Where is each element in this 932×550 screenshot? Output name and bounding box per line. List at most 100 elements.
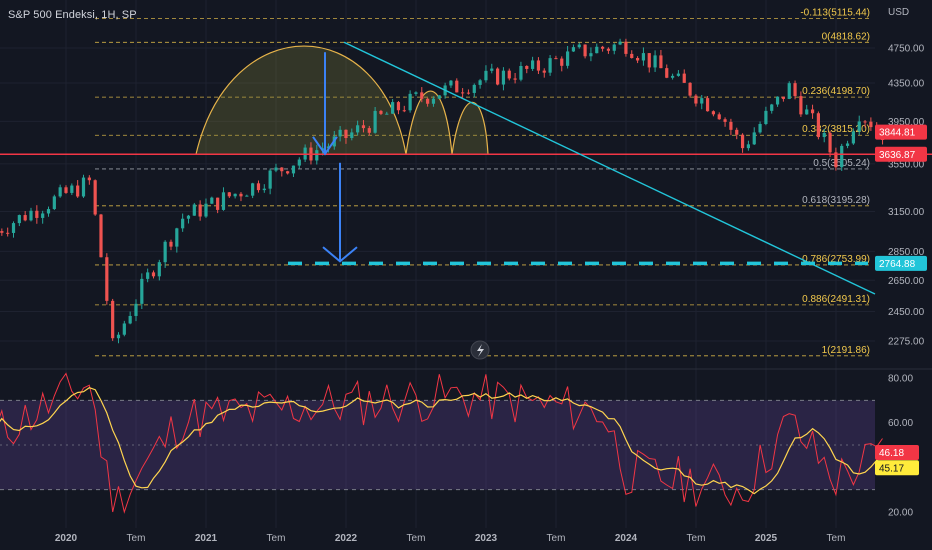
candle-body	[577, 44, 581, 48]
candle-body	[134, 303, 138, 316]
price-chart[interactable]: -0.113(5115.44) 0(4818.62) 0.236(4198.70) 0…	[0, 0, 932, 550]
candle-body	[682, 73, 686, 83]
fib-level-label: -0.113(5115.44)	[800, 8, 870, 19]
price-axis-unit: USD	[888, 7, 909, 18]
candle-body	[641, 53, 646, 61]
candle-body	[455, 80, 459, 93]
candle-body	[810, 109, 815, 114]
candle-body	[676, 73, 681, 76]
rsi-band-fill	[0, 400, 875, 490]
candle-body	[204, 203, 208, 217]
candle-body	[764, 110, 768, 125]
candle-body	[653, 55, 657, 68]
candle-body	[245, 195, 249, 197]
fib-level-label: 0(4818.62)	[822, 31, 870, 42]
rsi-tag-label: 46.18	[879, 448, 904, 459]
candle-body	[210, 197, 214, 204]
candle-body	[175, 228, 179, 247]
candle-body	[70, 185, 74, 193]
candle-body	[385, 113, 389, 115]
candle-body	[0, 231, 4, 233]
candle-body	[315, 150, 319, 161]
candle-body	[618, 41, 622, 45]
candle-body	[635, 58, 640, 61]
candle-body	[816, 113, 820, 138]
candle-body	[268, 170, 272, 189]
candle-body	[560, 58, 564, 66]
candle-body	[286, 171, 290, 174]
candle-body	[256, 183, 261, 191]
candle-body	[740, 134, 745, 149]
price-axis-label: 3150.00	[888, 207, 925, 218]
candle-body	[851, 131, 855, 144]
candle-body	[490, 68, 494, 71]
rsi-band	[0, 399, 875, 491]
candle-body	[466, 92, 471, 94]
candle-body	[496, 68, 500, 85]
candle-body	[542, 70, 546, 73]
candle-body	[822, 133, 826, 138]
candle-body	[163, 241, 167, 263]
candle-body	[233, 193, 237, 197]
candle-body	[93, 180, 97, 215]
candle-body	[624, 41, 628, 54]
candle-body	[735, 129, 739, 135]
candle-body	[350, 132, 354, 139]
candle-body	[863, 121, 867, 123]
candle-body	[379, 110, 383, 114]
candle-body	[361, 125, 366, 129]
candle-body	[87, 177, 91, 181]
candle-body	[420, 92, 424, 99]
candle-body	[746, 144, 751, 149]
candle-body	[612, 44, 616, 51]
candle-body	[752, 132, 756, 145]
candle-body	[186, 215, 191, 219]
candle-body	[478, 80, 482, 85]
candle-body	[402, 110, 406, 112]
candle-body	[192, 204, 196, 216]
candle-body	[58, 187, 62, 197]
time-axis-label: 2024	[615, 533, 638, 544]
candle-body	[11, 223, 16, 233]
time-axis-label: Tem	[267, 533, 286, 544]
candle-body	[105, 257, 109, 301]
candle-body	[367, 128, 371, 133]
rsi-axis-label: 60.00	[888, 418, 913, 429]
candle-body	[449, 80, 453, 86]
candle-body	[700, 98, 704, 104]
candle-body	[781, 96, 785, 99]
candle-body	[344, 129, 348, 139]
candle-body	[857, 121, 861, 132]
pattern-head-arc	[195, 45, 407, 155]
candle-body	[408, 93, 412, 111]
candle-body	[513, 78, 517, 80]
candle-body	[571, 47, 576, 52]
candle-body	[845, 143, 850, 146]
candle-body	[595, 46, 599, 54]
candle-body	[787, 83, 791, 99]
candle-body	[665, 68, 669, 78]
candle-body	[6, 232, 10, 234]
descending-trendline	[343, 41, 876, 295]
candle-body	[729, 121, 733, 130]
candle-body	[291, 165, 296, 174]
candle-body	[525, 66, 529, 69]
candle-body	[723, 119, 727, 122]
fib-level-label: 0.236(4198.70)	[802, 86, 870, 97]
candle-body	[711, 111, 716, 115]
candle-body	[472, 84, 476, 93]
candle-body	[29, 210, 33, 221]
fib-level-label: 1(2191.86)	[822, 345, 870, 356]
candle-body	[216, 197, 220, 210]
candle-body	[116, 334, 121, 339]
candle-body	[688, 82, 692, 96]
candle-body	[262, 188, 266, 191]
candle-body	[274, 167, 278, 171]
pattern-third-shoulder-arc	[451, 102, 489, 155]
candle-body	[583, 44, 587, 57]
rsi-axis-label: 20.00	[888, 508, 913, 519]
price-tag-label: 3636.87	[879, 150, 916, 161]
candle-body	[799, 96, 803, 115]
candle-body	[461, 92, 465, 94]
candle-body	[151, 272, 156, 277]
